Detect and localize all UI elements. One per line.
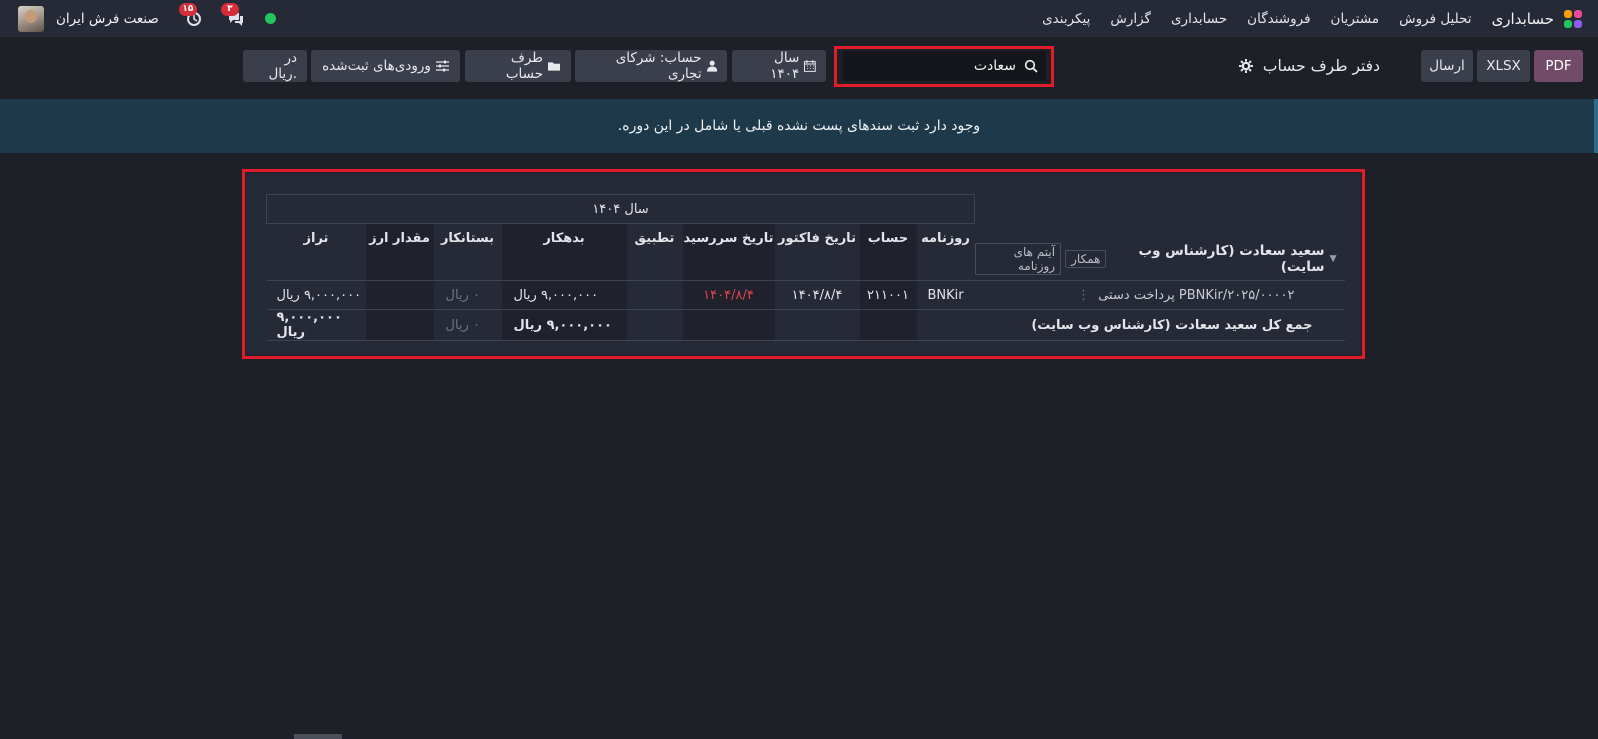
sliders-icon	[435, 60, 449, 72]
user-icon	[706, 60, 717, 72]
menu-reporting[interactable]: گزارش	[1110, 11, 1151, 27]
messages-badge: ۳	[220, 2, 239, 16]
cell-matching	[626, 280, 683, 310]
cell-account: ۲۱۱۰۰۱	[859, 280, 917, 310]
col-matching: تطبیق	[634, 230, 675, 246]
report-title-area: دفتر طرف حساب	[1238, 57, 1380, 75]
company-switcher[interactable]: صنعت فرش ایران	[56, 11, 159, 27]
calendar-icon	[804, 60, 816, 72]
total-debit: ۹,۰۰۰,۰۰۰ ریال	[501, 309, 627, 341]
period-header: سال ۱۴۰۴	[266, 194, 975, 224]
messages-button[interactable]: ۳	[220, 2, 247, 30]
move-line-cell: PBNKir/۲۰۲۵/۰۰۰۰۲ پرداخت دستی ⋮	[974, 280, 1345, 310]
col-invoice-date: تاریخ فاکتور	[778, 230, 856, 246]
cell-amount-currency	[365, 280, 434, 310]
filter-posted-label: ورودی‌های ثبت‌شده	[322, 58, 431, 74]
top-navbar: حسابداری تحلیل فروش مشتریان فروشندگان حس…	[0, 0, 1598, 37]
filter-account-label: حساب: شرکای تجاری	[615, 50, 702, 82]
partner-ledger-table: سال ۱۴۰۴ ▼ سعید سعادت (کارشناس وب سایت) …	[266, 194, 1345, 341]
col-due-date: تاریخ سررسید	[682, 223, 775, 252]
warning-alert: وجود دارد ثبت سندهای پست نشده قبلی یا شا…	[0, 99, 1598, 153]
filter-currency-button[interactable]: در .ریال	[243, 50, 307, 82]
cell-debit: ۹,۰۰۰,۰۰۰ ریال	[501, 280, 627, 310]
cell-journal: BNKir	[916, 280, 975, 310]
filter-partner-label: طرف حساب	[505, 50, 544, 82]
tag-colleague: همکار	[1065, 250, 1107, 268]
app-logo-icon	[1562, 8, 1584, 30]
cell-credit: ۰ ریال	[433, 280, 502, 310]
filter-period-label: سال ۱۴۰۴	[770, 50, 800, 82]
folder-icon	[548, 61, 561, 71]
xlsx-button[interactable]: XLSX	[1477, 50, 1530, 82]
filter-account-button[interactable]: حساب: شرکای تجاری	[575, 50, 727, 82]
online-status-icon	[264, 13, 276, 24]
col-journal: روزنامه	[921, 230, 970, 246]
alert-accent	[1594, 99, 1598, 153]
total-balance: ۹,۰۰۰,۰۰۰ ریال	[266, 309, 366, 341]
search-value: سعادت	[973, 58, 1016, 74]
main-menu: تحلیل فروش مشتریان فروشندگان حسابداری گز…	[1032, 11, 1481, 27]
total-row: جمع کل سعید سعادت (کارشناس وب سایت) ۹,۰۰…	[266, 309, 1345, 341]
send-button[interactable]: ارسال	[1421, 50, 1473, 82]
filter-period-button[interactable]: سال ۱۴۰۴	[732, 50, 826, 82]
col-balance: تراز	[303, 230, 329, 246]
partner-group-cell: ▼ سعید سعادت (کارشناس وب سایت) همکار آیت…	[974, 224, 1345, 281]
user-avatar[interactable]	[18, 5, 44, 32]
move-line-label[interactable]: PBNKir/۲۰۲۵/۰۰۰۰۲ پرداخت دستی	[1098, 288, 1294, 303]
caret-down-icon[interactable]: ▼	[1330, 254, 1337, 264]
search-icon	[1024, 59, 1038, 73]
filter-partner-button[interactable]: طرف حساب	[465, 50, 571, 82]
search-input[interactable]: سعادت	[843, 51, 1046, 81]
pdf-button[interactable]: PDF	[1534, 50, 1583, 82]
total-credit: ۰ ریال	[433, 309, 502, 341]
menu-customers[interactable]: مشتریان	[1331, 11, 1380, 27]
kebab-icon[interactable]: ⋮	[1077, 288, 1090, 303]
col-debit: بدهکار	[501, 223, 627, 252]
activity-badge: ۱۵	[178, 2, 197, 16]
app-name: حسابداری	[1491, 9, 1554, 28]
cell-balance: ۹,۰۰۰,۰۰۰ ریال	[266, 280, 366, 310]
control-panel: PDF XLSX ارسال دفتر طرف حساب سعادت سال ۱…	[0, 37, 1598, 97]
alert-text: وجود دارد ثبت سندهای پست نشده قبلی یا شا…	[617, 118, 981, 134]
navbar-systray: ۳ ۱۵ صنعت فرش ایران	[0, 2, 284, 32]
cell-invoice-date: ۱۴۰۴/۸/۴	[774, 280, 860, 310]
activity-button[interactable]: ۱۵	[178, 2, 205, 30]
journal-items-button[interactable]: آیتم های روزنامه	[974, 243, 1062, 275]
col-amount-currency: مقدار ارز	[365, 223, 434, 252]
page-title: دفتر طرف حساب	[1262, 57, 1380, 75]
col-account: حساب	[859, 223, 917, 252]
menu-vendors[interactable]: فروشندگان	[1247, 11, 1310, 27]
gear-icon[interactable]	[1238, 59, 1253, 73]
app-brand[interactable]: حسابداری	[1492, 8, 1584, 30]
col-credit: بستانکار	[440, 230, 495, 246]
menu-accounting[interactable]: حسابداری	[1171, 11, 1227, 27]
menu-configuration[interactable]: پیکربندی	[1042, 11, 1090, 27]
total-label: جمع کل سعید سعادت (کارشناس وب سایت)	[974, 309, 1345, 341]
cell-due-date: ۱۴۰۴/۸/۴	[682, 280, 775, 310]
menu-sales-analysis[interactable]: تحلیل فروش	[1399, 11, 1471, 27]
filter-posted-button[interactable]: ورودی‌های ثبت‌شده	[311, 50, 460, 82]
partner-name[interactable]: سعید سعادت (کارشناس وب سایت)	[1112, 243, 1325, 275]
table-row[interactable]: PBNKir/۲۰۲۵/۰۰۰۰۲ پرداخت دستی ⋮ BNKir ۲۱…	[266, 280, 1345, 310]
horizontal-scrollbar[interactable]	[294, 734, 342, 739]
